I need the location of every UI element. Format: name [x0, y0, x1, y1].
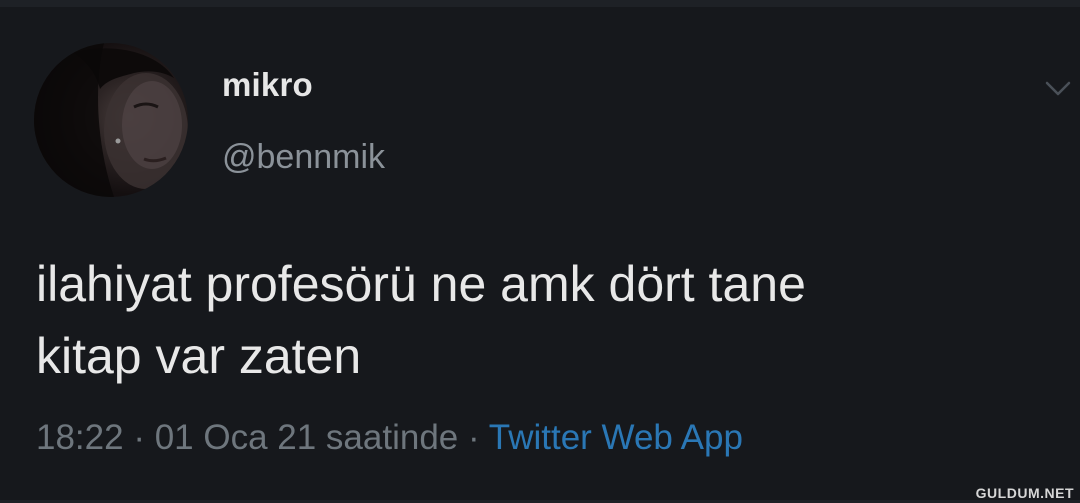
tweet-source-link[interactable]: Twitter Web App	[489, 418, 743, 457]
top-divider	[0, 0, 1080, 7]
tweet-text-line: kitap var zaten	[36, 328, 362, 384]
watermark: GULDUM.NET	[975, 485, 1074, 501]
tweet-text-line: ilahiyat profesörü ne amk dört tane	[36, 256, 806, 312]
tweet-date[interactable]: 01 Oca 21 saatinde	[155, 418, 459, 457]
avatar-photo	[34, 43, 188, 197]
display-name[interactable]: mikro	[222, 66, 313, 104]
chevron-down-icon[interactable]	[1044, 74, 1072, 102]
tweet-meta: 18:22 · 01 Oca 21 saatinde · Twitter Web…	[36, 418, 743, 458]
tweet-text: ilahiyat profesörü ne amk dört tane kita…	[36, 248, 1046, 392]
tweet-time[interactable]: 18:22	[36, 418, 124, 457]
avatar[interactable]	[34, 43, 188, 197]
meta-separator: ·	[123, 418, 155, 457]
meta-separator: ·	[458, 418, 489, 457]
user-handle[interactable]: @bennmik	[222, 138, 385, 177]
